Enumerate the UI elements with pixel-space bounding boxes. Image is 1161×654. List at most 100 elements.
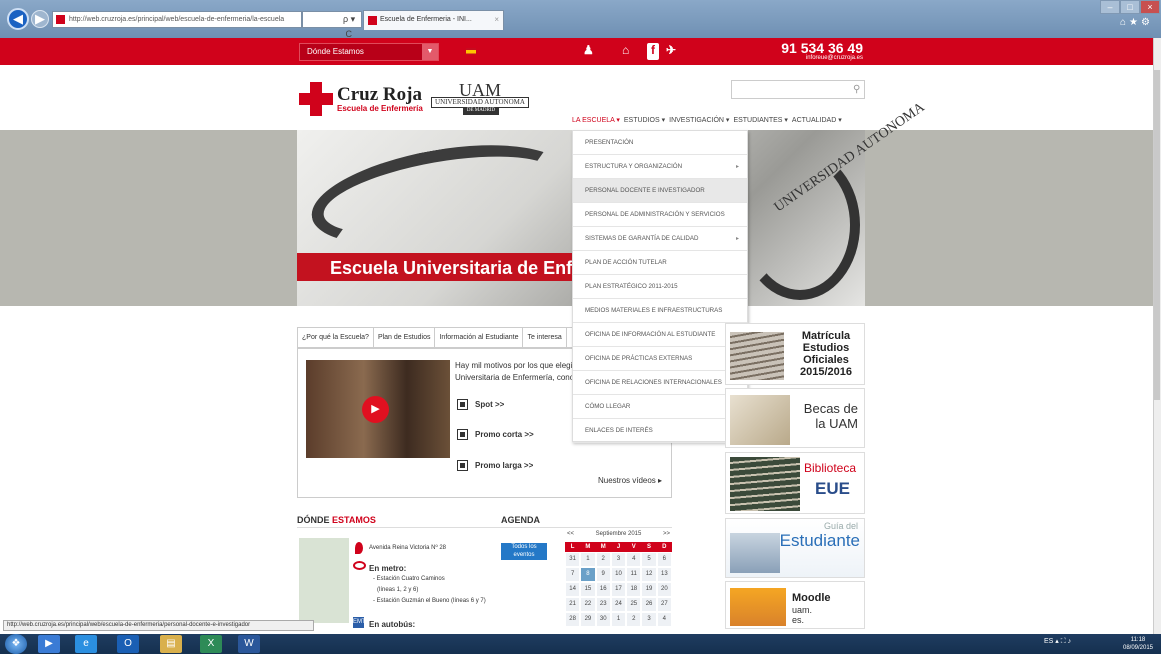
calendar-day[interactable]: 15	[581, 583, 595, 596]
calendar-day[interactable]: 29	[581, 613, 595, 626]
dropdown-item[interactable]: OFICINA DE PRÁCTICAS EXTERNAS	[573, 347, 747, 371]
calendar-day[interactable]: 26	[642, 598, 656, 611]
close-button[interactable]: ×	[1140, 0, 1160, 14]
email-link[interactable]: inforeue@cruzroja.es	[763, 55, 863, 61]
browser-tab[interactable]: Escuela de Enfermeria - INI... ×	[363, 10, 504, 30]
prev-month-button[interactable]: <<	[567, 531, 574, 542]
dropdown-item[interactable]: OFICINA DE RELACIONES INTERNACIONALES▸	[573, 371, 747, 395]
calendar-day[interactable]: 2	[596, 553, 610, 566]
calendar-day[interactable]: 22	[581, 598, 595, 611]
calendar-day[interactable]: 1	[611, 613, 626, 626]
back-button[interactable]: ◀	[7, 8, 29, 30]
logo-title[interactable]: Cruz Roja	[337, 84, 422, 106]
dropdown-item[interactable]: ESTRUCTURA Y ORGANIZACIÓN ▸	[573, 155, 747, 179]
calendar-day[interactable]: 2	[627, 613, 641, 626]
map-thumbnail[interactable]	[299, 538, 349, 623]
promo-corta-link[interactable]: Promo corta >>	[457, 429, 534, 441]
becas-banner[interactable]: Becas de la UAM	[725, 388, 865, 448]
media-player-icon[interactable]: ▶	[38, 635, 60, 653]
next-month-button[interactable]: >>	[663, 531, 670, 542]
address-tools[interactable]: ρ ▾ C	[302, 11, 362, 39]
play-icon[interactable]: ▶	[362, 396, 389, 423]
calendar-day[interactable]: 18	[627, 583, 641, 596]
scrollbar-thumb[interactable]	[1154, 70, 1160, 400]
tab-plan-estudios[interactable]: Plan de Estudios	[374, 328, 436, 347]
twitter-icon[interactable]: ✈	[666, 43, 676, 60]
spot-link[interactable]: Spot >>	[457, 399, 504, 411]
search-input[interactable]	[731, 80, 865, 99]
red-cross-logo-icon[interactable]	[299, 82, 333, 116]
promo-larga-link[interactable]: Promo larga >>	[457, 460, 533, 472]
calendar-day[interactable]: 4	[657, 613, 671, 626]
browser-icons[interactable]: ⌂★⚙	[1120, 17, 1160, 28]
nav-actualidad[interactable]: ACTUALIDAD ▾	[792, 116, 842, 128]
calendar-day[interactable]: 8	[581, 568, 595, 581]
search-icon[interactable]: ⚲	[853, 84, 860, 95]
calendar-day[interactable]: 21	[566, 598, 580, 611]
calendar-day[interactable]: 16	[596, 583, 610, 596]
nav-estudios[interactable]: ESTUDIOS ▾	[624, 116, 665, 128]
nav-investigacion[interactable]: INVESTIGACIÓN ▾	[669, 116, 729, 128]
calendar-day[interactable]: 7	[566, 568, 580, 581]
calendar-day[interactable]: 5	[642, 553, 656, 566]
tab-informacion[interactable]: Información al Estudiante	[435, 328, 524, 347]
dropdown-item[interactable]: CÓMO LLEGAR	[573, 395, 747, 419]
maximize-button[interactable]: □	[1120, 0, 1140, 14]
guia-estudiante-banner[interactable]: Guía del Estudiante	[725, 518, 865, 578]
calendar-day[interactable]: 30	[596, 613, 610, 626]
address-bar[interactable]: http://web.cruzroja.es/principal/web/esc…	[52, 11, 302, 28]
calendar-day[interactable]: 19	[642, 583, 656, 596]
word-icon[interactable]: W	[238, 635, 260, 653]
facebook-icon[interactable]: f	[647, 43, 659, 60]
calendar-day[interactable]: 23	[596, 598, 610, 611]
chevron-down-icon[interactable]: ▼	[422, 44, 438, 60]
dropdown-item[interactable]: ENLACES DE INTERÉS	[573, 419, 747, 443]
tab-close-icon[interactable]: ×	[494, 11, 499, 29]
tab-te-interesa[interactable]: Te interesa	[523, 328, 567, 347]
dropdown-item[interactable]: PRESENTACIÓN	[573, 131, 747, 155]
clock[interactable]: 11:18 08/09/2015	[1118, 636, 1158, 652]
calendar-day[interactable]: 20	[657, 583, 671, 596]
calendar-day[interactable]: 10	[611, 568, 626, 581]
home-icon[interactable]: ⌂	[622, 43, 629, 60]
dropdown-item[interactable]: PERSONAL DE ADMINISTRACIÓN Y SERVICIOS	[573, 203, 747, 227]
calendar-day[interactable]: 11	[627, 568, 641, 581]
calendar-day[interactable]: 28	[566, 613, 580, 626]
moodle-banner[interactable]: Moodle uam. es.	[725, 581, 865, 629]
matricula-banner[interactable]: Matrícula Estudios Oficiales 2015/2016	[725, 323, 865, 385]
internet-explorer-icon[interactable]: e	[75, 635, 97, 653]
calendar-day[interactable]: 25	[627, 598, 641, 611]
calendar-day[interactable]: 3	[611, 553, 626, 566]
calendar-day[interactable]: 24	[611, 598, 626, 611]
nav-la-escuela[interactable]: LA ESCUELA ▾	[572, 116, 620, 128]
tab-por-que[interactable]: ¿Por qué la Escuela?	[298, 328, 374, 347]
calendar-day[interactable]: 4	[627, 553, 641, 566]
excel-icon[interactable]: X	[200, 635, 222, 653]
spain-flag-icon[interactable]	[466, 48, 476, 55]
dropdown-item[interactable]: PERSONAL DOCENTE E INVESTIGADOR	[573, 179, 747, 203]
calendar-day[interactable]: 9	[596, 568, 610, 581]
forward-button[interactable]: ▶	[31, 10, 49, 28]
nuestros-videos-link[interactable]: Nuestros vídeos ▸	[598, 476, 662, 485]
user-icon[interactable]: ♟	[583, 43, 594, 60]
calendar-day[interactable]: 27	[657, 598, 671, 611]
todos-eventos-button[interactable]: Todos los eventos	[501, 543, 547, 560]
calendar-day[interactable]: 17	[611, 583, 626, 596]
dropdown-item[interactable]: PLAN DE ACCIÓN TUTELAR	[573, 251, 747, 275]
minimize-button[interactable]: –	[1100, 0, 1120, 14]
dropdown-item[interactable]: PLAN ESTRATÉGICO 2011-2015	[573, 275, 747, 299]
dropdown-item[interactable]: OFICINA DE INFORMACIÓN AL ESTUDIANTE	[573, 323, 747, 347]
outlook-icon[interactable]: O	[117, 635, 139, 653]
start-button[interactable]: ❖	[5, 634, 27, 654]
calendar-day[interactable]: 14	[566, 583, 580, 596]
calendar-day[interactable]: 31	[566, 553, 580, 566]
calendar-day[interactable]: 3	[642, 613, 656, 626]
system-tray[interactable]: ES ▴ ⛶ ♪	[1044, 637, 1109, 646]
calendar-day[interactable]: 6	[657, 553, 671, 566]
file-explorer-icon[interactable]: ▤	[160, 635, 182, 653]
biblioteca-banner[interactable]: Biblioteca EUE	[725, 452, 865, 514]
dropdown-item[interactable]: MEDIOS MATERIALES E INFRAESTRUCTURAS	[573, 299, 747, 323]
calendar-day[interactable]: 13	[657, 568, 671, 581]
dropdown-item[interactable]: SISTEMAS DE GARANTÍA DE CALIDAD ▸	[573, 227, 747, 251]
calendar-day[interactable]: 12	[642, 568, 656, 581]
